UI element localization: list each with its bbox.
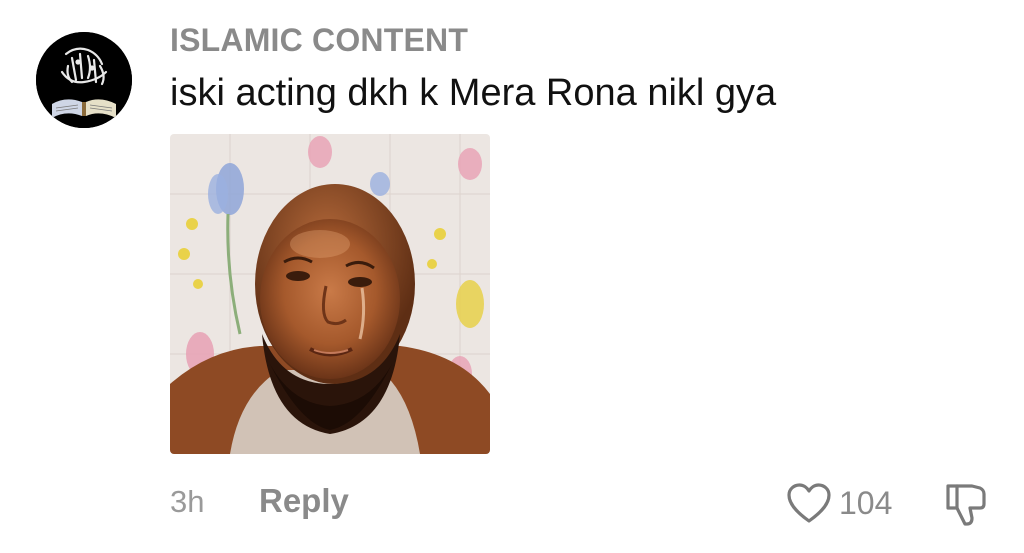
photo-man-crying-icon [170, 134, 490, 454]
username[interactable]: ISLAMIC CONTENT [170, 22, 468, 59]
like-button[interactable]: 104 [785, 478, 892, 528]
timestamp: 3h [170, 484, 205, 519]
avatar[interactable] [36, 32, 132, 128]
thumbs-down-icon [946, 484, 986, 526]
heart-icon [787, 483, 831, 523]
reply-button[interactable]: Reply [259, 482, 349, 520]
dislike-button[interactable] [940, 478, 990, 528]
like-count: 104 [839, 484, 893, 521]
comment-text: iski acting dkh k Mera Rona nikl gya [170, 72, 777, 114]
attached-photo[interactable] [170, 134, 490, 454]
comment-item: ISLAMIC CONTENT iski acting dkh k Mera R… [0, 0, 1024, 553]
quran-calligraphy-logo-icon [36, 32, 132, 128]
